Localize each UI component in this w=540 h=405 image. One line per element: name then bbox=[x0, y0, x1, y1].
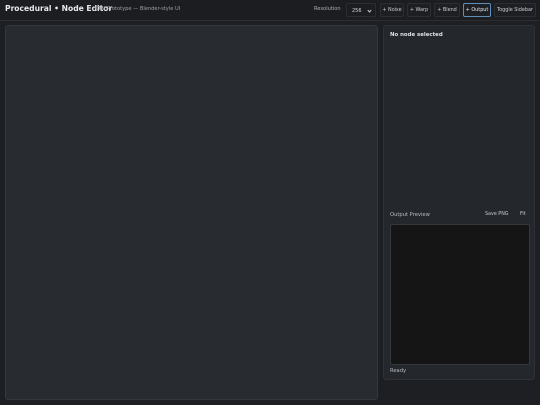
inspector-sidebar: No node selected Output Preview Save PNG… bbox=[383, 25, 535, 380]
add-output-button[interactable]: + Output bbox=[463, 3, 491, 17]
no-node-selected-text: No node selected bbox=[390, 32, 443, 38]
app-subtitle: CPU Prototype — Blender-style UI bbox=[95, 5, 181, 12]
add-warp-button[interactable]: + Warp bbox=[407, 3, 431, 17]
top-bar: Procedural • Node Editor CPU Prototype —… bbox=[0, 0, 540, 21]
save-png-button[interactable]: Save PNG bbox=[485, 210, 509, 219]
toggle-sidebar-button[interactable]: Toggle Sidebar bbox=[494, 3, 536, 17]
status-text: Ready bbox=[390, 368, 407, 374]
resolution-select[interactable]: 256 bbox=[346, 3, 376, 17]
output-preview-canvas bbox=[390, 224, 530, 365]
chevron-down-icon bbox=[367, 7, 372, 13]
add-noise-button[interactable]: + Noise bbox=[380, 3, 404, 17]
add-blend-button[interactable]: + Blend bbox=[434, 3, 460, 17]
resolution-label: Resolution bbox=[314, 6, 341, 12]
resolution-value: 256 bbox=[352, 7, 362, 14]
node-canvas[interactable] bbox=[5, 25, 378, 400]
output-preview-label: Output Preview bbox=[390, 212, 430, 218]
fit-button[interactable]: Fit bbox=[520, 210, 526, 219]
